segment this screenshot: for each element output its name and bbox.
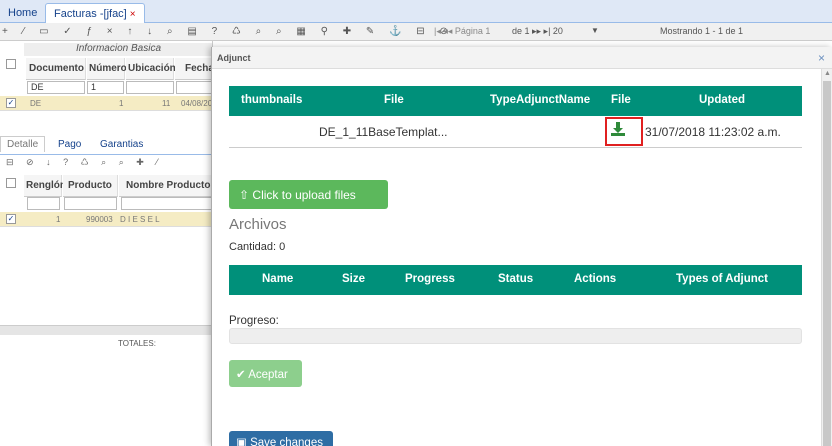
detail-toolbar[interactable]: ⊟ ⊘ ↓ ? ♺ ⌕ ⌕ ✚ ⁄ bbox=[6, 157, 163, 168]
filter-fecha[interactable] bbox=[176, 81, 212, 94]
tab-home[interactable]: Home bbox=[0, 3, 45, 23]
filter-numero[interactable]: 1 bbox=[87, 81, 124, 94]
tab-facturas[interactable]: Facturas -[jfac] × bbox=[45, 3, 145, 23]
row-checkbox[interactable]: ✓ bbox=[6, 214, 16, 224]
scrollbar-thumb[interactable] bbox=[823, 81, 831, 446]
th-types-of-adjunct: Types of Adjunct bbox=[676, 273, 768, 285]
pager-of[interactable]: de 1 ▸▸ ▸| 20 bbox=[512, 26, 563, 37]
save-changes-label: Save changes bbox=[250, 437, 323, 446]
archivos-heading: Archivos bbox=[229, 216, 287, 233]
cell-documento: DE bbox=[30, 99, 42, 108]
cell-fecha: 04/08/20 bbox=[181, 99, 213, 108]
group-header: Informacion Basica bbox=[24, 43, 212, 56]
toolbar-icons[interactable]: + ⁄ ▭ ✓ ƒ × ↑ ↓ ⌕ ▤ ? ♺ ⌕ ⌕ ▦ ⚲ ✚ ✎ ⚓ ⊟ … bbox=[2, 26, 454, 37]
close-icon[interactable]: × bbox=[818, 51, 825, 65]
col-ubicacion[interactable]: Ubicación bbox=[126, 58, 176, 80]
records-count: Mostrando 1 - 1 de 1 bbox=[660, 26, 744, 36]
filter-ubicacion[interactable] bbox=[126, 81, 174, 94]
upload-table-header: Name Size Progress Status Actions Types … bbox=[229, 265, 802, 295]
totales-label: TOTALES: bbox=[118, 339, 156, 348]
th-actions: Actions bbox=[574, 273, 617, 285]
files-table-header: thumbnails File TypeAdjunctName File Upd… bbox=[229, 86, 802, 116]
th-name: Name bbox=[262, 273, 294, 285]
tab-home-label: Home bbox=[8, 7, 38, 19]
download-highlight bbox=[605, 117, 643, 146]
scroll-up-icon[interactable]: ▲ bbox=[824, 70, 831, 77]
left-grid-panel: Informacion Basica Documento Número Ubic… bbox=[0, 41, 213, 446]
file-name: DE_1_11BaseTemplat... bbox=[319, 125, 448, 139]
col-numero[interactable]: Número bbox=[87, 58, 127, 80]
detail-select-all-checkbox[interactable] bbox=[6, 178, 16, 188]
cell-nombre: D I E S E L bbox=[120, 215, 160, 224]
upload-icon: ⇧ bbox=[239, 188, 250, 202]
th-updated: Updated bbox=[699, 94, 745, 106]
th-file: File bbox=[384, 94, 404, 106]
col-fecha[interactable]: Fecha bbox=[175, 58, 212, 80]
close-tab-icon[interactable]: × bbox=[130, 9, 136, 20]
col-nombre-producto[interactable]: Nombre Producto bbox=[119, 175, 212, 197]
cell-renglon: 1 bbox=[56, 215, 61, 224]
tab-garantias[interactable]: Garantias bbox=[100, 139, 143, 150]
tab-bar: Home Facturas -[jfac] × bbox=[0, 0, 832, 23]
tab-facturas-label: Facturas -[jfac] bbox=[54, 8, 127, 20]
cell-ubicacion: 11 bbox=[162, 99, 171, 108]
table-row[interactable]: ✓ DE 1 11 04/08/20 bbox=[0, 96, 213, 111]
page-size-dropdown-icon[interactable]: ▼ bbox=[591, 26, 599, 35]
filter-nombre[interactable] bbox=[121, 197, 212, 210]
col-producto[interactable]: Producto bbox=[63, 175, 118, 197]
th-size: Size bbox=[342, 273, 366, 285]
th-progress: Progress bbox=[405, 273, 455, 285]
check-icon: ✔ bbox=[236, 369, 246, 381]
tab-pago[interactable]: Pago bbox=[58, 139, 81, 150]
aceptar-button[interactable]: ✔ Aceptar bbox=[229, 360, 302, 387]
horizontal-scrollbar[interactable] bbox=[0, 325, 212, 335]
th-type-adjunct: TypeAdjunctName bbox=[490, 94, 591, 106]
progreso-label: Progreso: bbox=[229, 315, 279, 327]
tab-detalle[interactable]: Detalle bbox=[0, 136, 46, 152]
th-file-download: File bbox=[611, 94, 631, 106]
cantidad-label: Cantidad: 0 bbox=[229, 241, 286, 253]
th-status: Status bbox=[498, 273, 534, 285]
vertical-scrollbar[interactable]: ▲ bbox=[821, 69, 832, 446]
cell-numero: 1 bbox=[119, 99, 124, 108]
save-changes-button[interactable]: ▣ Save changes bbox=[229, 431, 333, 446]
upload-files-label: Click to upload files bbox=[252, 188, 356, 202]
col-renglon[interactable]: Renglón bbox=[24, 175, 66, 197]
aceptar-label: Aceptar bbox=[248, 369, 288, 381]
row-checkbox[interactable]: ✓ bbox=[6, 98, 16, 108]
cell-producto: 990003 bbox=[86, 215, 113, 224]
filter-documento[interactable]: DE bbox=[27, 81, 85, 94]
table-row: DE_1_11BaseTemplat... 31/07/2018 11:23:0… bbox=[229, 116, 802, 148]
th-thumbnails: thumbnails bbox=[241, 94, 303, 106]
modal-title: Adjunct bbox=[217, 53, 251, 63]
main-toolbar: + ⁄ ▭ ✓ ƒ × ↑ ↓ ⌕ ▤ ? ♺ ⌕ ⌕ ▦ ⚲ ✚ ✎ ⚓ ⊟ … bbox=[0, 23, 832, 41]
progress-bar bbox=[229, 328, 802, 344]
select-all-checkbox[interactable] bbox=[6, 59, 16, 69]
pager-nav[interactable]: |◂ ◂◂ Página 1 bbox=[434, 26, 490, 37]
save-icon: ▣ bbox=[236, 437, 247, 446]
upload-files-button[interactable]: ⇧ Click to upload files bbox=[229, 180, 388, 209]
table-row[interactable]: ✓ 1 990003 D I E S E L bbox=[0, 212, 212, 227]
col-documento[interactable]: Documento bbox=[26, 58, 86, 80]
filter-producto[interactable] bbox=[64, 197, 117, 210]
updated-date: 31/07/2018 11:23:02 a.m. bbox=[645, 125, 781, 139]
filter-renglon[interactable] bbox=[27, 197, 60, 210]
modal-header: Adjunct × bbox=[212, 47, 832, 69]
detail-tabs: Detalle Pago Garantias bbox=[0, 135, 212, 155]
